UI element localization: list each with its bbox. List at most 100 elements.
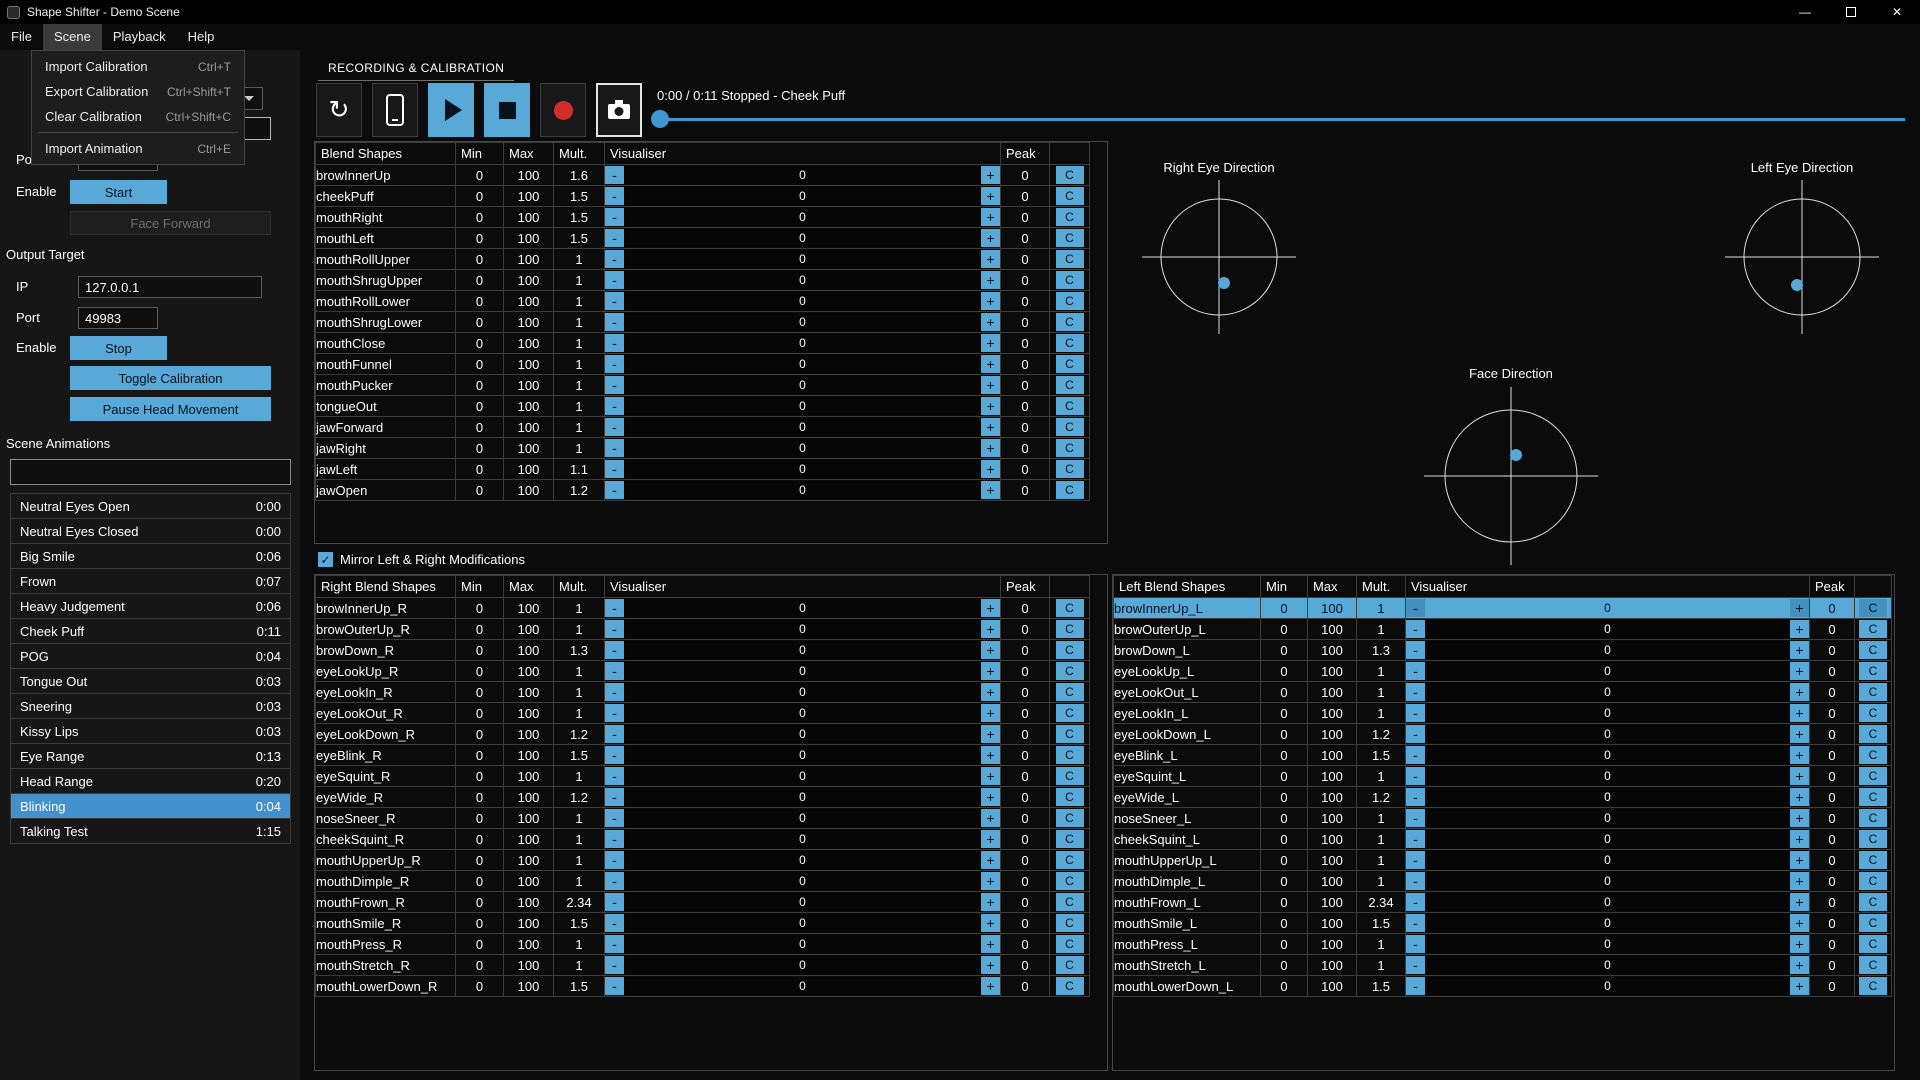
clear-peak-button[interactable]: C: [1056, 893, 1084, 911]
clear-peak-button[interactable]: C: [1859, 956, 1887, 974]
min-value[interactable]: 0: [456, 312, 504, 333]
min-value[interactable]: 0: [456, 417, 504, 438]
blend-shape-row[interactable]: eyeLookUp_L01001-0+0C: [1114, 661, 1892, 682]
plus-button[interactable]: +: [981, 397, 1000, 415]
minus-button[interactable]: -: [605, 641, 624, 659]
minus-button[interactable]: -: [605, 397, 624, 415]
min-value[interactable]: 0: [456, 661, 504, 682]
minus-button[interactable]: -: [1406, 935, 1425, 953]
mult-value[interactable]: 1: [554, 291, 605, 312]
mult-value[interactable]: 1: [1357, 661, 1406, 682]
mult-value[interactable]: 1: [554, 312, 605, 333]
plus-button[interactable]: +: [981, 208, 1000, 226]
plus-button[interactable]: +: [981, 641, 1000, 659]
max-value[interactable]: 100: [504, 976, 554, 997]
mult-value[interactable]: 1.2: [1357, 724, 1406, 745]
blend-shape-row[interactable]: mouthPucker01001-0+0C: [316, 375, 1090, 396]
mult-value[interactable]: 1: [554, 270, 605, 291]
min-value[interactable]: 0: [1261, 955, 1308, 976]
mult-value[interactable]: 1: [1357, 955, 1406, 976]
minus-button[interactable]: -: [605, 292, 624, 310]
mult-value[interactable]: 1: [1357, 619, 1406, 640]
mult-value[interactable]: 1.3: [554, 640, 605, 661]
mult-value[interactable]: 1: [554, 703, 605, 724]
max-value[interactable]: 100: [1308, 745, 1357, 766]
plus-button[interactable]: +: [1790, 767, 1809, 785]
max-value[interactable]: 100: [504, 913, 554, 934]
plus-button[interactable]: +: [981, 460, 1000, 478]
clear-peak-button[interactable]: C: [1056, 439, 1084, 457]
mult-value[interactable]: 2.34: [1357, 892, 1406, 913]
blend-shape-row[interactable]: mouthStretch_R01001-0+0C: [316, 955, 1090, 976]
plus-button[interactable]: +: [1790, 956, 1809, 974]
clear-peak-button[interactable]: C: [1859, 641, 1887, 659]
minus-button[interactable]: -: [605, 376, 624, 394]
clear-peak-button[interactable]: C: [1859, 809, 1887, 827]
animation-item[interactable]: Neutral Eyes Open0:00: [11, 494, 290, 519]
max-value[interactable]: 100: [1308, 724, 1357, 745]
animation-item[interactable]: POG0:04: [11, 644, 290, 669]
plus-button[interactable]: +: [981, 418, 1000, 436]
plus-button[interactable]: +: [981, 767, 1000, 785]
max-value[interactable]: 100: [504, 165, 554, 186]
blend-shape-row[interactable]: browInnerUp_R01001-0+0C: [316, 598, 1090, 619]
mult-value[interactable]: 1: [554, 661, 605, 682]
min-value[interactable]: 0: [456, 724, 504, 745]
blend-shape-row[interactable]: mouthRight01001.5-0+0C: [316, 207, 1090, 228]
blend-shape-row[interactable]: mouthShrugUpper01001-0+0C: [316, 270, 1090, 291]
clear-peak-button[interactable]: C: [1056, 166, 1084, 184]
clear-peak-button[interactable]: C: [1056, 767, 1084, 785]
plus-button[interactable]: +: [981, 620, 1000, 638]
phone-source-button[interactable]: [372, 83, 418, 137]
animation-filter-input[interactable]: [10, 459, 291, 485]
blend-shape-row[interactable]: cheekSquint_L01001-0+0C: [1114, 829, 1892, 850]
blend-shape-row[interactable]: jawOpen01001.2-0+0C: [316, 480, 1090, 501]
min-value[interactable]: 0: [456, 934, 504, 955]
clear-peak-button[interactable]: C: [1859, 788, 1887, 806]
min-value[interactable]: 0: [1261, 640, 1308, 661]
min-value[interactable]: 0: [456, 892, 504, 913]
mult-value[interactable]: 1: [554, 619, 605, 640]
mult-value[interactable]: 1.2: [554, 480, 605, 501]
timeline-slider-track[interactable]: [664, 118, 1905, 121]
blend-shape-row[interactable]: cheekPuff01001.5-0+0C: [316, 186, 1090, 207]
plus-button[interactable]: +: [981, 355, 1000, 373]
max-value[interactable]: 100: [504, 871, 554, 892]
clear-peak-button[interactable]: C: [1859, 620, 1887, 638]
minus-button[interactable]: -: [1406, 788, 1425, 806]
plus-button[interactable]: +: [981, 187, 1000, 205]
max-value[interactable]: 100: [1308, 640, 1357, 661]
max-value[interactable]: 100: [504, 396, 554, 417]
plus-button[interactable]: +: [981, 599, 1000, 617]
blend-shape-row[interactable]: eyeLookOut_L01001-0+0C: [1114, 682, 1892, 703]
max-value[interactable]: 100: [504, 186, 554, 207]
timeline-slider-thumb[interactable]: [651, 110, 669, 128]
minus-button[interactable]: -: [1406, 977, 1425, 995]
minus-button[interactable]: -: [605, 977, 624, 995]
minus-button[interactable]: -: [605, 872, 624, 890]
clear-peak-button[interactable]: C: [1056, 662, 1084, 680]
max-value[interactable]: 100: [504, 228, 554, 249]
clear-peak-button[interactable]: C: [1859, 893, 1887, 911]
clear-peak-button[interactable]: C: [1859, 935, 1887, 953]
max-value[interactable]: 100: [504, 270, 554, 291]
max-value[interactable]: 100: [504, 333, 554, 354]
plus-button[interactable]: +: [981, 977, 1000, 995]
minus-button[interactable]: -: [605, 956, 624, 974]
mult-value[interactable]: 1.2: [554, 787, 605, 808]
mult-value[interactable]: 1: [554, 598, 605, 619]
min-value[interactable]: 0: [1261, 724, 1308, 745]
mult-value[interactable]: 1: [554, 333, 605, 354]
max-value[interactable]: 100: [1308, 787, 1357, 808]
blend-shape-row[interactable]: eyeLookIn_L01001-0+0C: [1114, 703, 1892, 724]
blend-shape-row[interactable]: mouthRollUpper01001-0+0C: [316, 249, 1090, 270]
stop-button[interactable]: [484, 83, 530, 137]
blend-shape-row[interactable]: eyeLookDown_R01001.2-0+0C: [316, 724, 1090, 745]
plus-button[interactable]: +: [981, 334, 1000, 352]
blend-shape-row[interactable]: eyeBlink_R01001.5-0+0C: [316, 745, 1090, 766]
minus-button[interactable]: -: [605, 208, 624, 226]
minus-button[interactable]: -: [1406, 620, 1425, 638]
plus-button[interactable]: +: [1790, 746, 1809, 764]
blend-shape-row[interactable]: mouthShrugLower01001-0+0C: [316, 312, 1090, 333]
mult-value[interactable]: 2.34: [554, 892, 605, 913]
